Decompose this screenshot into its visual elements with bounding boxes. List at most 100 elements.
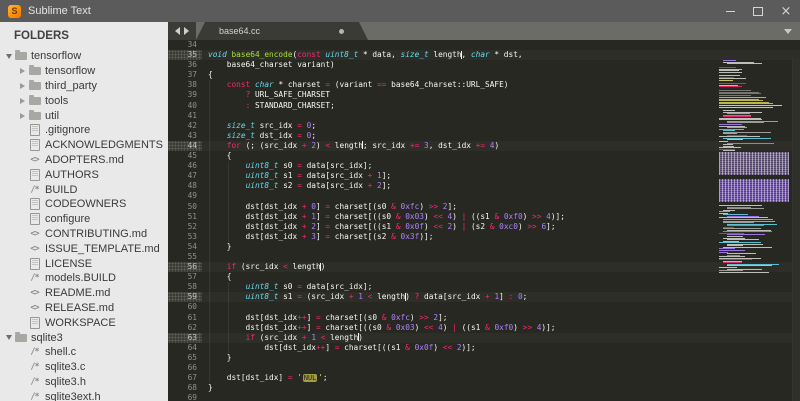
code-line[interactable]: 61 dst[dst_idx++] = charset[(s0 & 0xfc) … (168, 313, 800, 323)
chevron-right-icon[interactable] (20, 82, 25, 89)
code-line[interactable]: 49 (168, 191, 800, 201)
chevron-down-icon[interactable] (5, 53, 12, 59)
code-line[interactable]: 69 (168, 393, 800, 401)
minimap-line (727, 63, 763, 65)
markdown-file-icon: <> (30, 154, 39, 165)
folder-open-icon (14, 331, 27, 342)
tab-scroll-right-icon[interactable] (184, 27, 189, 35)
code-line[interactable]: 54 } (168, 242, 800, 252)
code-line[interactable]: 53 dst[dst_idx + 3] = charset[(s2 & 0x3f… (168, 232, 800, 242)
folder-icon (28, 79, 41, 90)
line-number: 39 (187, 90, 197, 100)
code-line[interactable]: 48 uint8_t s2 = data[src_idx + 2]; (168, 181, 800, 191)
code-line[interactable]: 38 const char * charset = (variant == ba… (168, 80, 800, 90)
line-number: 58 (187, 282, 197, 292)
code-line[interactable]: 47 uint8_t s1 = data[src_idx + 1]; (168, 171, 800, 181)
sublime-logo-icon: S (8, 4, 21, 18)
code-line[interactable]: 34 (168, 40, 800, 50)
maximize-button[interactable] (744, 0, 772, 22)
code-view[interactable]: 34 35 void base64_encode(const uint8_t * d… (168, 40, 800, 401)
code-line[interactable]: 57 { (168, 272, 800, 282)
code-line[interactable]: 50 dst[dst_idx + 0] = charset[(s0 & 0xfc… (168, 202, 800, 212)
markdown-file-icon: <> (30, 288, 39, 299)
sidebar-item-tensorflow[interactable]: tensorflow (0, 64, 168, 79)
chevron-right-icon[interactable] (20, 97, 25, 104)
code-line[interactable]: 67 dst[dst_idx] = ' NUL '; (168, 373, 800, 383)
code-line[interactable]: 55 (168, 252, 800, 262)
sidebar-item-release-md[interactable]: <> RELEASE.md (0, 301, 168, 316)
code-line[interactable]: 46 uint8_t s0 = data[src_idx]; (168, 161, 800, 171)
code-line[interactable]: 63 if (src_idx + 1 < length) (168, 332, 800, 343)
chevron-right-icon[interactable] (20, 112, 25, 119)
editor-pane: base64.cc 34 35 void base64_encode(const u… (168, 22, 800, 401)
code-line[interactable]: 40 : STANDARD_CHARSET; (168, 101, 800, 111)
sidebar-item-workspace[interactable]: WORKSPACE (0, 315, 168, 330)
code-line[interactable]: 43 size_t dst_idx = 0; (168, 131, 800, 141)
tab-scroll-left-icon[interactable] (175, 27, 180, 35)
source-file-icon: /* (30, 391, 39, 401)
indent-guide (227, 282, 229, 354)
code-line[interactable]: 44 for (; (src_idx + 2) < length; src_id… (168, 140, 800, 152)
sidebar-item-build[interactable]: /* BUILD (0, 182, 168, 197)
sidebar-item-readme-md[interactable]: <> README.md (0, 286, 168, 301)
code-line[interactable]: 37 { (168, 70, 800, 80)
sidebar-item-models-build[interactable]: /* models.BUILD (0, 271, 168, 286)
code-text: dst[dst_idx++] = charset[(s0 & 0xfc) >> … (208, 312, 448, 322)
code-line[interactable]: 42 size_t src_idx = 0; (168, 121, 800, 131)
chevron-right-icon[interactable] (20, 68, 25, 75)
line-number: 54 (187, 241, 197, 251)
code-line[interactable]: 36 base64_charset variant) (168, 60, 800, 70)
sidebar-item-label: RELEASE.md (45, 301, 115, 314)
code-line[interactable]: 60 (168, 302, 800, 312)
code-text: uint8_t s1 = data[src_idx + 1]; (245, 171, 392, 181)
code-line[interactable]: 56 if (src_idx < length) (168, 262, 800, 273)
minimap[interactable] (717, 58, 793, 401)
sidebar-item-tensorflow[interactable]: tensorflow (0, 49, 168, 64)
line-number: 44 (168, 140, 202, 152)
sidebar-item-util[interactable]: util (0, 108, 168, 123)
sidebar-item-issue-template-md[interactable]: <> ISSUE_TEMPLATE.md (0, 241, 168, 256)
vertical-scrollbar[interactable] (792, 58, 800, 401)
code-line[interactable]: 64 dst[dst_idx++] = charset[((s1 & 0x0f)… (168, 343, 800, 353)
code-line[interactable]: 45 { (168, 151, 800, 161)
sidebar-item-acknowledgments[interactable]: ACKNOWLEDGMENTS (0, 138, 168, 153)
sidebar-item-adopters-md[interactable]: <> ADOPTERS.md (0, 153, 168, 168)
sidebar-item-sqlite3-c[interactable]: /* sqlite3.c (0, 360, 168, 375)
sidebar-item-license[interactable]: LICENSE (0, 256, 168, 271)
code-text: dst[dst_idx + 0] = charset[(s0 & 0xfc) >… (208, 201, 457, 211)
minimize-button[interactable] (716, 0, 744, 22)
sidebar-item-third-party[interactable]: third_party (0, 79, 168, 94)
code-line[interactable]: 39 ? URL_SAFE_CHARSET (168, 90, 800, 100)
chevron-down-icon[interactable] (5, 335, 12, 341)
tab-overflow-menu-icon[interactable] (784, 29, 792, 34)
file-icon (28, 198, 41, 211)
tab-base64cc[interactable]: base64.cc (196, 22, 368, 40)
code-line[interactable]: 62 dst[dst_idx++] = charset[((s0 & 0x03)… (168, 323, 800, 333)
line-number: 68 (187, 383, 197, 393)
sidebar-item-sqlite3ext-h[interactable]: /* sqlite3ext.h (0, 389, 168, 401)
sidebar-item-label: sqlite3 (31, 331, 63, 344)
minimap-line (727, 142, 774, 144)
sidebar-item-sqlite3[interactable]: sqlite3 (0, 330, 168, 345)
sidebar-item-authors[interactable]: AUTHORS (0, 167, 168, 182)
code-line[interactable]: 52 dst[dst_idx + 2] = charset[((s1 & 0x0… (168, 222, 800, 232)
code-line[interactable]: 65 } (168, 353, 800, 363)
line-number: 64 (187, 342, 197, 352)
code-text: dst[dst_idx++] = charset[((s1 & 0x0f) <<… (208, 342, 476, 352)
sidebar-item--gitignore[interactable]: .gitignore (0, 123, 168, 138)
sidebar-item-sqlite3-h[interactable]: /* sqlite3.h (0, 375, 168, 390)
sidebar-item-contributing-md[interactable]: <> CONTRIBUTING.md (0, 227, 168, 242)
code-line[interactable]: 35 void base64_encode(const uint8_t * dat… (168, 50, 800, 61)
code-line[interactable]: 41 (168, 111, 800, 121)
sidebar-item-configure[interactable]: configure (0, 212, 168, 227)
code-line[interactable]: 51 dst[dst_idx + 1] = charset[((s0 & 0x0… (168, 212, 800, 222)
sidebar-item-codeowners[interactable]: CODEOWNERS (0, 197, 168, 212)
line-number: 42 (187, 120, 197, 130)
code-line[interactable]: 68} (168, 383, 800, 393)
sidebar-item-shell-c[interactable]: /* shell.c (0, 345, 168, 360)
code-line[interactable]: 59 uint8_t s1 = (src_idx + 1 < length) ?… (168, 292, 800, 303)
code-line[interactable]: 66 (168, 363, 800, 373)
code-line[interactable]: 58 uint8_t s0 = data[src_idx]; (168, 282, 800, 292)
close-button[interactable]: × (772, 0, 800, 22)
sidebar-item-tools[interactable]: tools (0, 93, 168, 108)
